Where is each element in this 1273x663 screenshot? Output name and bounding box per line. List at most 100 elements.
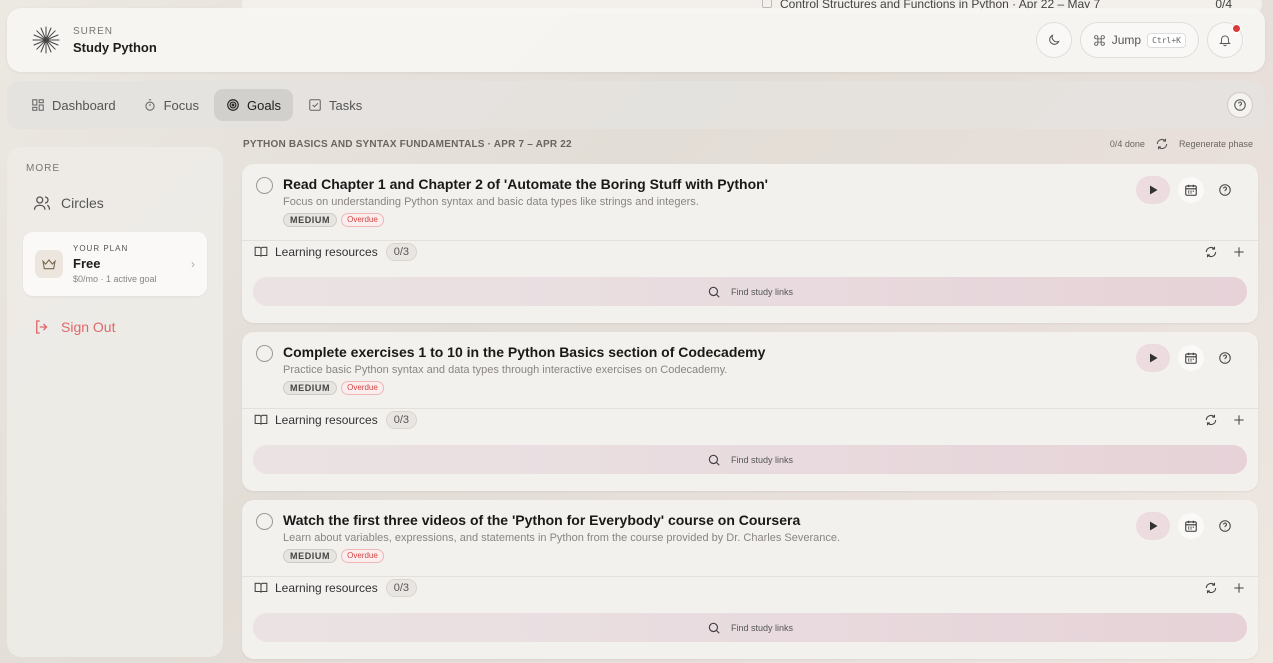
notifications-button[interactable] (1207, 22, 1243, 58)
question-icon (1219, 184, 1231, 196)
question-icon (1219, 352, 1231, 364)
refresh-icon[interactable] (1204, 245, 1218, 259)
top-actions: Jump Ctrl+K (1035, 22, 1243, 58)
tab-goals[interactable]: Goals (214, 89, 293, 121)
chevron-right-icon: › (191, 257, 195, 271)
start-focus-button[interactable] (1136, 344, 1170, 372)
notification-badge (1232, 24, 1241, 33)
tab-focus-label: Focus (163, 97, 200, 113)
tab-dashboard-label: Dashboard (52, 97, 116, 113)
find-study-links-label: Find study links (730, 286, 794, 297)
task-body: Complete exercises 1 to 10 in the Python… (283, 344, 765, 408)
sidebar-item-circles-label: Circles (61, 195, 104, 211)
find-study-links-label: Find study links (730, 454, 794, 465)
sign-out-button[interactable]: Sign Out (33, 318, 207, 336)
resources-label: Learning resources (275, 580, 378, 595)
schedule-button[interactable] (1178, 345, 1204, 371)
task-complete-toggle[interactable] (256, 177, 273, 194)
task-help-button[interactable] (1212, 513, 1238, 539)
tab-focus[interactable]: Focus (131, 89, 211, 121)
tab-goals-label: Goals (247, 97, 281, 113)
task-title[interactable]: Read Chapter 1 and Chapter 2 of 'Automat… (283, 176, 768, 192)
resources-label: Learning resources (275, 412, 378, 427)
play-icon (1150, 353, 1158, 363)
tab-tasks-label: Tasks (328, 97, 363, 113)
task-help-button[interactable] (1212, 345, 1238, 371)
jump-button[interactable]: Jump Ctrl+K (1079, 22, 1199, 58)
sidebar-section-label: MORE (26, 163, 60, 174)
tab-tasks[interactable]: Tasks (296, 89, 374, 121)
book-open-icon (254, 414, 268, 425)
timer-icon (145, 99, 155, 111)
resources-count: 0/3 (385, 578, 418, 597)
sunburst-logo-icon (32, 26, 60, 54)
checkbox-icon (762, 0, 772, 8)
theme-toggle-button[interactable] (1035, 22, 1072, 58)
refresh-icon[interactable] (1204, 581, 1218, 595)
calendar-icon (1185, 184, 1197, 196)
tab-dashboard[interactable]: Dashboard (19, 89, 128, 121)
book-open-icon (254, 246, 268, 257)
calendar-icon (1185, 520, 1197, 532)
task-tags: MEDIUM Overdue (283, 381, 765, 395)
schedule-button[interactable] (1178, 513, 1204, 539)
task-actions (1136, 512, 1238, 540)
plan-name: Free (73, 256, 101, 271)
play-icon (1150, 185, 1158, 195)
plus-icon[interactable] (1232, 245, 1246, 259)
task-complete-toggle[interactable] (256, 513, 273, 530)
plus-icon[interactable] (1232, 413, 1246, 427)
regenerate-phase-label: Regenerate phase (1178, 139, 1253, 149)
plus-icon[interactable] (1232, 581, 1246, 595)
priority-badge: MEDIUM (283, 213, 338, 227)
sidebar: MORE Circles YOUR PLAN Free $0/mo · 1 ac… (7, 147, 223, 657)
task-help-button[interactable] (1212, 177, 1238, 203)
task-actions (1136, 344, 1238, 372)
task-card: Read Chapter 1 and Chapter 2 of 'Automat… (242, 164, 1258, 323)
status-badge: Overdue (341, 549, 384, 563)
search-icon (708, 454, 720, 466)
plan-small-label: YOUR PLAN (73, 244, 129, 253)
task-title[interactable]: Watch the first three videos of the 'Pyt… (283, 512, 840, 528)
task-complete-toggle[interactable] (256, 345, 273, 362)
refresh-icon[interactable] (1204, 413, 1218, 427)
start-focus-button[interactable] (1136, 512, 1170, 540)
book-open-icon (254, 582, 268, 593)
regenerate-phase-button[interactable]: Regenerate phase (1155, 137, 1253, 151)
goal-title: Study Python (73, 39, 157, 55)
find-study-links-button[interactable]: Find study links (253, 445, 1247, 474)
resources-row: Learning resources 0/3 (242, 240, 1258, 262)
dashboard-grid-icon (32, 99, 44, 111)
resources-row: Learning resources 0/3 (242, 408, 1258, 430)
play-icon (1150, 521, 1158, 531)
phase-header: Python Basics and Syntax Fundamentals · … (243, 137, 1253, 151)
task-title[interactable]: Complete exercises 1 to 10 in the Python… (283, 344, 765, 360)
jump-label: Jump (1111, 33, 1142, 47)
resources-actions (1204, 581, 1246, 595)
status-badge: Overdue (341, 213, 384, 227)
sign-out-label: Sign Out (61, 319, 116, 335)
plan-card[interactable]: YOUR PLAN Free $0/mo · 1 active goal › (23, 232, 207, 296)
task-description: Learn about variables, expressions, and … (283, 532, 841, 544)
search-icon (708, 622, 720, 634)
start-focus-button[interactable] (1136, 176, 1170, 204)
schedule-button[interactable] (1178, 177, 1204, 203)
resources-row: Learning resources 0/3 (242, 576, 1258, 598)
refresh-icon (1156, 138, 1168, 150)
resources-actions (1204, 413, 1246, 427)
question-icon (1234, 99, 1246, 111)
users-icon (33, 196, 51, 210)
task-description: Practice basic Python syntax and data ty… (283, 364, 728, 376)
sidebar-item-circles[interactable]: Circles (33, 194, 207, 212)
help-button[interactable] (1227, 92, 1253, 118)
sign-out-icon (36, 320, 48, 334)
command-icon (1093, 34, 1105, 46)
status-badge: Overdue (341, 381, 384, 395)
phase-actions: 0/4 done Regenerate phase (1110, 137, 1253, 151)
question-icon (1219, 520, 1231, 532)
task-card: Complete exercises 1 to 10 in the Python… (242, 332, 1258, 491)
resources-label: Learning resources (275, 244, 378, 259)
find-study-links-button[interactable]: Find study links (253, 277, 1247, 306)
brand[interactable]: SUREN Study Python (31, 25, 157, 55)
find-study-links-button[interactable]: Find study links (253, 613, 1247, 642)
